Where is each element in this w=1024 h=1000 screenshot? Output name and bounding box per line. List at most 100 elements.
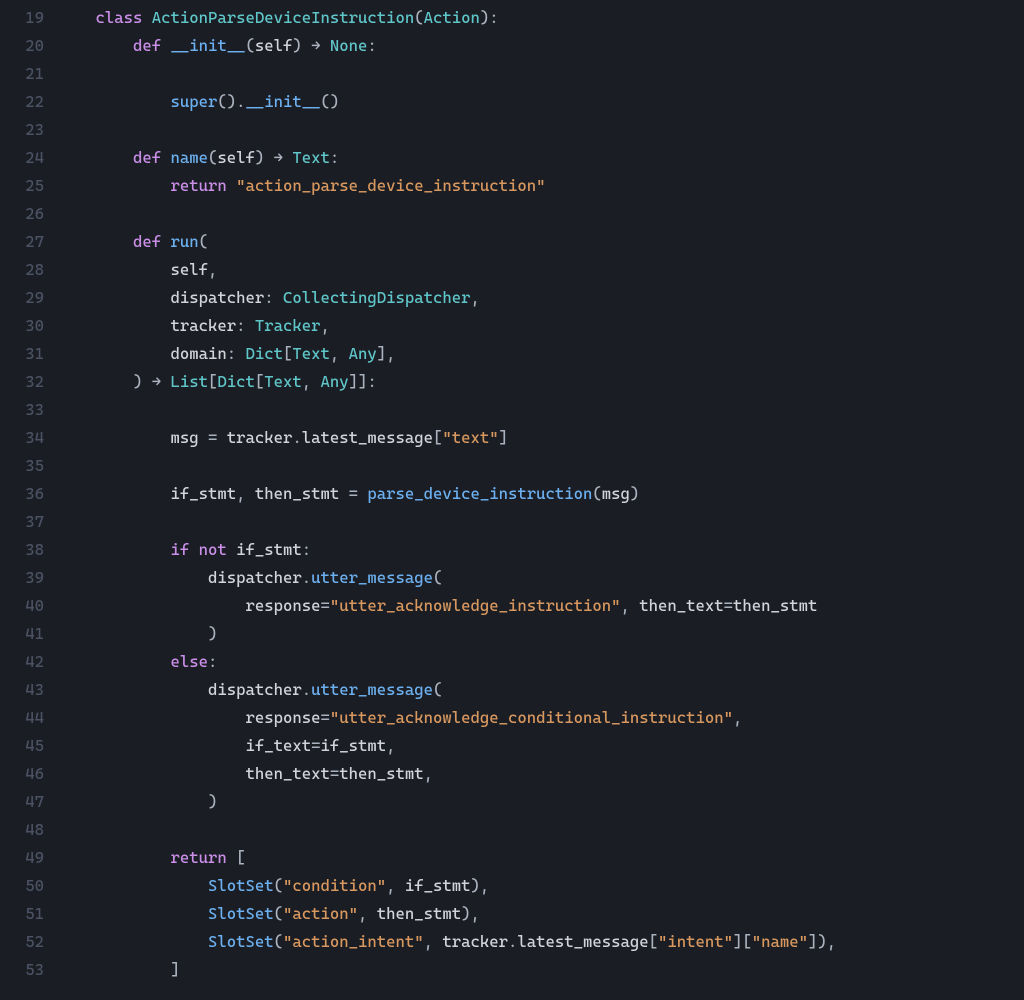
token-op: . xyxy=(292,428,301,447)
code-line[interactable]: SlotSet("action_intent", tracker.latest_… xyxy=(58,928,1024,956)
token-pl xyxy=(227,848,236,867)
code-line[interactable]: super().__init__() xyxy=(58,88,1024,116)
token-op: [ xyxy=(236,848,245,867)
code-line[interactable]: dispatcher.utter_message( xyxy=(58,676,1024,704)
code-line[interactable] xyxy=(58,816,1024,844)
code-line[interactable]: return [ xyxy=(58,844,1024,872)
token-pl: tracker xyxy=(227,428,293,447)
token-pl xyxy=(58,624,208,643)
token-op: . xyxy=(236,92,245,111)
token-pl xyxy=(264,148,273,167)
line-number: 35 xyxy=(0,452,44,480)
code-line[interactable]: dispatcher: CollectingDispatcher, xyxy=(58,284,1024,312)
code-line[interactable]: def __init__(self) → None: xyxy=(58,32,1024,60)
token-op: ) xyxy=(255,148,264,167)
token-op: , xyxy=(330,344,339,363)
code-line[interactable]: SlotSet("condition", if_stmt), xyxy=(58,872,1024,900)
token-pl xyxy=(358,484,367,503)
line-number: 38 xyxy=(0,536,44,564)
token-pl: dispatcher xyxy=(208,568,302,587)
code-line[interactable]: msg = tracker.latest_message["text"] xyxy=(58,424,1024,452)
code-line[interactable]: ] xyxy=(58,956,1024,984)
code-area[interactable]: class ActionParseDeviceInstruction(Actio… xyxy=(58,4,1024,984)
code-line[interactable] xyxy=(58,60,1024,88)
code-line[interactable]: response="utter_acknowledge_instruction"… xyxy=(58,592,1024,620)
token-op: ( xyxy=(592,484,601,503)
token-pl xyxy=(161,232,170,251)
line-number: 53 xyxy=(0,956,44,984)
code-line[interactable]: ) xyxy=(58,788,1024,816)
token-pl xyxy=(58,372,133,391)
code-line[interactable] xyxy=(58,116,1024,144)
code-line[interactable] xyxy=(58,396,1024,424)
token-pl: then_text xyxy=(246,764,330,783)
token-op: . xyxy=(508,932,517,951)
code-line[interactable]: dispatcher.utter_message( xyxy=(58,564,1024,592)
token-op: ( xyxy=(246,36,255,55)
code-line[interactable]: then_text=then_stmt, xyxy=(58,760,1024,788)
token-pl: then_stmt xyxy=(377,904,461,923)
token-fn: parse_device_instruction xyxy=(367,484,592,503)
code-line[interactable]: if_text=if_stmt, xyxy=(58,732,1024,760)
token-pl: then_text xyxy=(639,596,723,615)
token-pl: if_text xyxy=(246,736,312,755)
line-number: 19 xyxy=(0,4,44,32)
code-line[interactable]: ) → List[Dict[Text, Any]]: xyxy=(58,368,1024,396)
code-line[interactable]: def name(self) → Text: xyxy=(58,144,1024,172)
token-pl: if_stmt xyxy=(236,540,302,559)
line-number: 25 xyxy=(0,172,44,200)
token-pl xyxy=(58,764,246,783)
token-pl: msg xyxy=(171,428,199,447)
code-line[interactable] xyxy=(58,200,1024,228)
code-line[interactable]: response="utter_acknowledge_conditional_… xyxy=(58,704,1024,732)
code-line[interactable]: self, xyxy=(58,256,1024,284)
token-pl xyxy=(58,176,171,195)
line-number: 34 xyxy=(0,424,44,452)
token-pl xyxy=(142,8,151,27)
token-op: [ xyxy=(433,428,442,447)
token-cls: Tracker xyxy=(255,316,321,335)
token-pl xyxy=(58,344,171,363)
code-line[interactable]: SlotSet("action", then_stmt), xyxy=(58,900,1024,928)
code-editor[interactable]: 1920212223242526272829303132333435363738… xyxy=(0,4,1024,984)
code-line[interactable]: else: xyxy=(58,648,1024,676)
token-pl xyxy=(58,260,171,279)
code-line[interactable]: ) xyxy=(58,620,1024,648)
code-line[interactable]: domain: Dict[Text, Any], xyxy=(58,340,1024,368)
token-pl xyxy=(58,736,246,755)
code-line[interactable]: tracker: Tracker, xyxy=(58,312,1024,340)
token-pl: if_stmt xyxy=(321,736,387,755)
token-op: ]] xyxy=(349,372,368,391)
code-line[interactable]: class ActionParseDeviceInstruction(Actio… xyxy=(58,4,1024,32)
token-pl xyxy=(58,708,246,727)
token-op: ] xyxy=(733,932,742,951)
token-op: = xyxy=(724,596,733,615)
token-pl xyxy=(58,232,133,251)
token-pl: dispatcher xyxy=(171,288,265,307)
token-pl xyxy=(58,92,171,111)
token-pl xyxy=(630,596,639,615)
token-pl xyxy=(161,148,170,167)
line-number: 23 xyxy=(0,116,44,144)
token-op: [ xyxy=(208,372,217,391)
token-op: [ xyxy=(649,932,658,951)
token-op: ( xyxy=(274,876,283,895)
token-typ: Text xyxy=(292,344,330,363)
token-op: , xyxy=(321,316,330,335)
code-line[interactable]: if_stmt, then_stmt = parse_device_instru… xyxy=(58,480,1024,508)
token-op: ) xyxy=(471,876,480,895)
line-number: 49 xyxy=(0,844,44,872)
code-line[interactable]: return "action_parse_device_instruction" xyxy=(58,172,1024,200)
line-number: 26 xyxy=(0,200,44,228)
token-cls: Action xyxy=(424,8,480,27)
token-pl: then_stmt xyxy=(733,596,817,615)
code-line[interactable]: def run( xyxy=(58,228,1024,256)
token-pl xyxy=(58,288,171,307)
token-str: "condition" xyxy=(283,876,386,895)
token-op: : xyxy=(264,288,273,307)
token-str: "utter_acknowledge_instruction" xyxy=(330,596,621,615)
code-line[interactable] xyxy=(58,508,1024,536)
token-pl xyxy=(396,876,405,895)
code-line[interactable]: if not if_stmt: xyxy=(58,536,1024,564)
code-line[interactable] xyxy=(58,452,1024,480)
